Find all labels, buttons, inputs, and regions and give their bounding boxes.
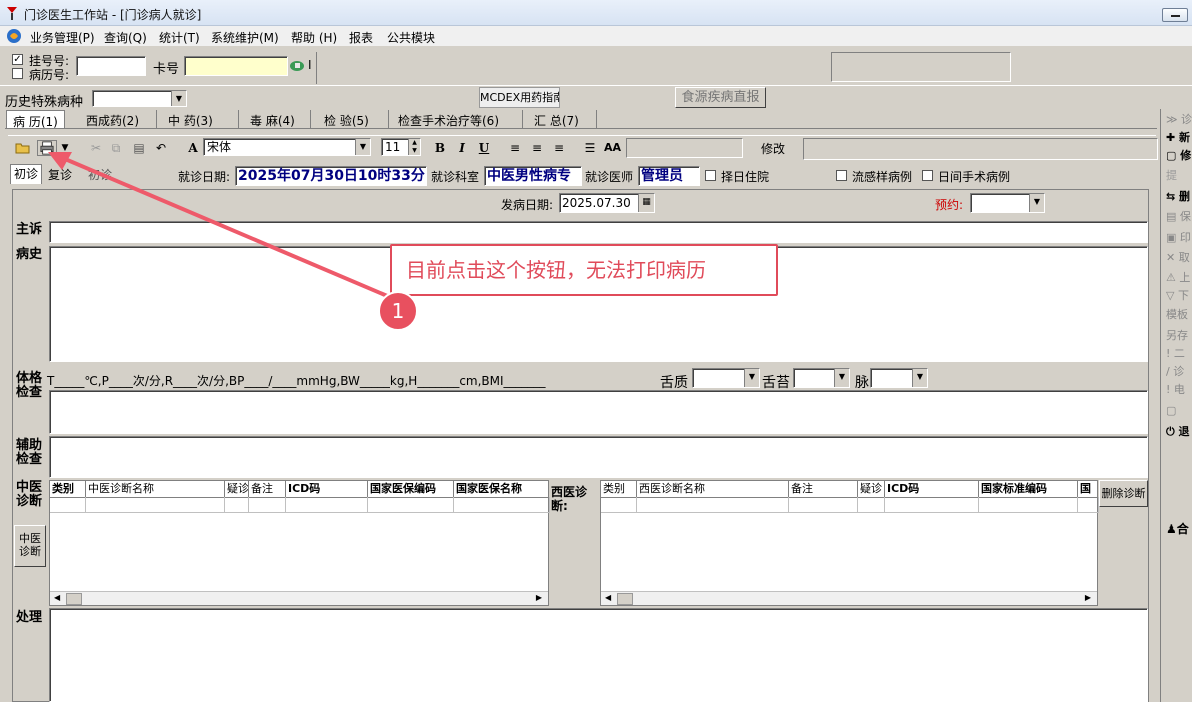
annotation-badge: 1 (378, 291, 418, 331)
annotation-arrow (48, 152, 393, 300)
annotation-callout: 目前点击这个按钮，无法打印病历 (390, 244, 778, 296)
